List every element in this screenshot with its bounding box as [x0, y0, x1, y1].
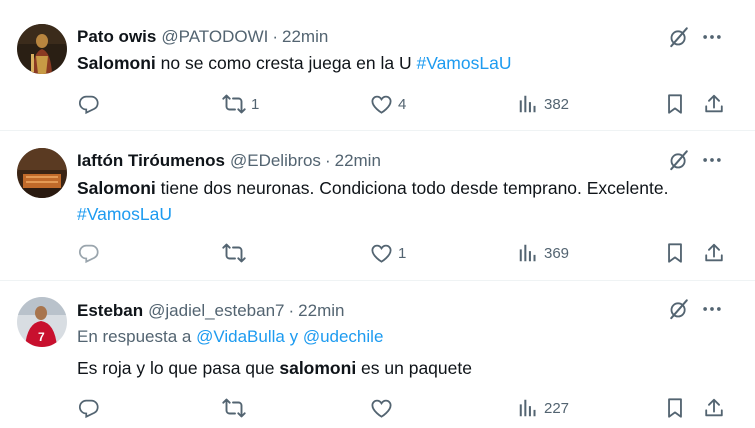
grok-icon[interactable]	[668, 26, 690, 48]
views-count: 382	[544, 95, 570, 113]
tweet-header: Iaftón Tiróumenos @EDelibros · 22min	[77, 150, 381, 172]
bookmark-icon	[664, 93, 686, 115]
bookmark-icon	[664, 242, 686, 264]
views-icon	[517, 397, 539, 419]
tweet[interactable]: 7 Esteban @jadiel_esteban7 · 22min En re…	[0, 281, 755, 428]
views-count: 369	[544, 244, 570, 262]
svg-text:7: 7	[38, 330, 45, 344]
retweet-count: 1	[251, 95, 260, 113]
bold-mention: Salomoni	[77, 178, 156, 198]
heart-icon	[370, 242, 393, 265]
reply-mention-link[interactable]: @VidaBulla	[196, 327, 285, 346]
share-button[interactable]	[703, 240, 725, 266]
tweet-actions: 1 4 382	[0, 91, 755, 117]
user-handle[interactable]: @jadiel_esteban7	[148, 301, 284, 321]
reply-icon	[78, 93, 100, 115]
tweet[interactable]: Iaftón Tiróumenos @EDelibros · 22min Sal…	[0, 131, 755, 281]
views-icon	[517, 93, 539, 115]
share-icon	[703, 93, 725, 115]
heart-icon	[370, 93, 393, 116]
tweet-text: Salomoni tiene dos neuronas. Condiciona …	[77, 175, 737, 227]
tweet-text: Salomoni no se como cresta juega en la U…	[77, 50, 737, 76]
reply-button[interactable]	[78, 395, 105, 421]
more-icon[interactable]	[700, 298, 724, 320]
reply-mention-link[interactable]: @udechile	[303, 327, 384, 346]
tweet-actions: 227	[0, 395, 755, 421]
avatar[interactable]	[17, 24, 67, 74]
views-button[interactable]: 227	[517, 395, 569, 421]
tweet-text-content: no se como cresta juega en la U	[155, 53, 417, 73]
tweet-text-content: Es roja y lo que pasa que	[77, 358, 280, 378]
separator-dot: ·	[288, 301, 295, 320]
like-button[interactable]: 4	[370, 91, 406, 117]
tweet[interactable]: Pato owis @PATODOWI · 22min Salomoni no …	[0, 0, 755, 131]
views-icon	[517, 242, 539, 264]
more-icon[interactable]	[700, 149, 724, 171]
tweet-header: Pato owis @PATODOWI · 22min	[77, 26, 328, 48]
like-button[interactable]	[370, 395, 398, 421]
share-icon	[703, 397, 725, 419]
more-icon[interactable]	[700, 26, 724, 48]
bold-mention: salomoni	[279, 358, 357, 378]
display-name[interactable]: Iaftón Tiróumenos	[77, 151, 225, 171]
retweet-button[interactable]	[222, 240, 251, 266]
grok-icon[interactable]	[668, 298, 690, 320]
bookmark-button[interactable]	[664, 91, 686, 117]
timestamp[interactable]: 22min	[282, 27, 328, 47]
timestamp[interactable]: 22min	[298, 301, 344, 321]
separator-dot: ·	[272, 27, 279, 46]
views-button[interactable]: 369	[517, 240, 569, 266]
reply-button[interactable]	[78, 240, 105, 266]
reply-and: y	[284, 327, 303, 346]
timestamp[interactable]: 22min	[335, 151, 381, 171]
hashtag-link[interactable]: #VamosLaU	[416, 53, 511, 73]
share-button[interactable]	[703, 91, 725, 117]
display-name[interactable]: Esteban	[77, 301, 143, 321]
separator-dot: ·	[324, 151, 331, 170]
tweet-text-content: tiene dos neuronas. Condiciona todo desd…	[155, 178, 669, 198]
tweet-actions: 1 369	[0, 240, 755, 266]
retweet-icon	[222, 92, 246, 116]
bookmark-button[interactable]	[664, 240, 686, 266]
user-handle[interactable]: @EDelibros	[230, 151, 321, 171]
bookmark-icon	[664, 397, 686, 419]
reply-button[interactable]	[78, 91, 105, 117]
heart-icon	[370, 397, 393, 420]
like-count: 1	[398, 244, 407, 262]
views-count: 227	[544, 399, 570, 417]
bold-mention: Salomoni	[77, 53, 156, 73]
retweet-icon	[222, 241, 246, 265]
tweet-header: Esteban @jadiel_esteban7 · 22min	[77, 300, 344, 322]
reply-icon	[78, 242, 100, 264]
reply-context: En respuesta a @VidaBulla y @udechile	[77, 327, 383, 347]
retweet-button[interactable]	[222, 395, 251, 421]
tweet-text: Es roja y lo que pasa que salomoni es un…	[77, 355, 737, 381]
views-button[interactable]: 382	[517, 91, 569, 117]
share-icon	[703, 242, 725, 264]
reply-icon	[78, 397, 100, 419]
user-handle[interactable]: @PATODOWI	[161, 27, 268, 47]
hashtag-link[interactable]: #VamosLaU	[77, 204, 172, 224]
retweet-icon	[222, 396, 246, 420]
reply-prefix: En respuesta a	[77, 327, 197, 346]
bookmark-button[interactable]	[664, 395, 686, 421]
avatar[interactable]	[17, 148, 67, 198]
tweet-text-content: es un paquete	[356, 358, 472, 378]
grok-icon[interactable]	[668, 149, 690, 171]
retweet-button[interactable]: 1	[222, 91, 259, 117]
share-button[interactable]	[703, 395, 725, 421]
like-count: 4	[398, 95, 407, 113]
display-name[interactable]: Pato owis	[77, 27, 156, 47]
like-button[interactable]: 1	[370, 240, 406, 266]
avatar[interactable]: 7	[17, 297, 67, 347]
